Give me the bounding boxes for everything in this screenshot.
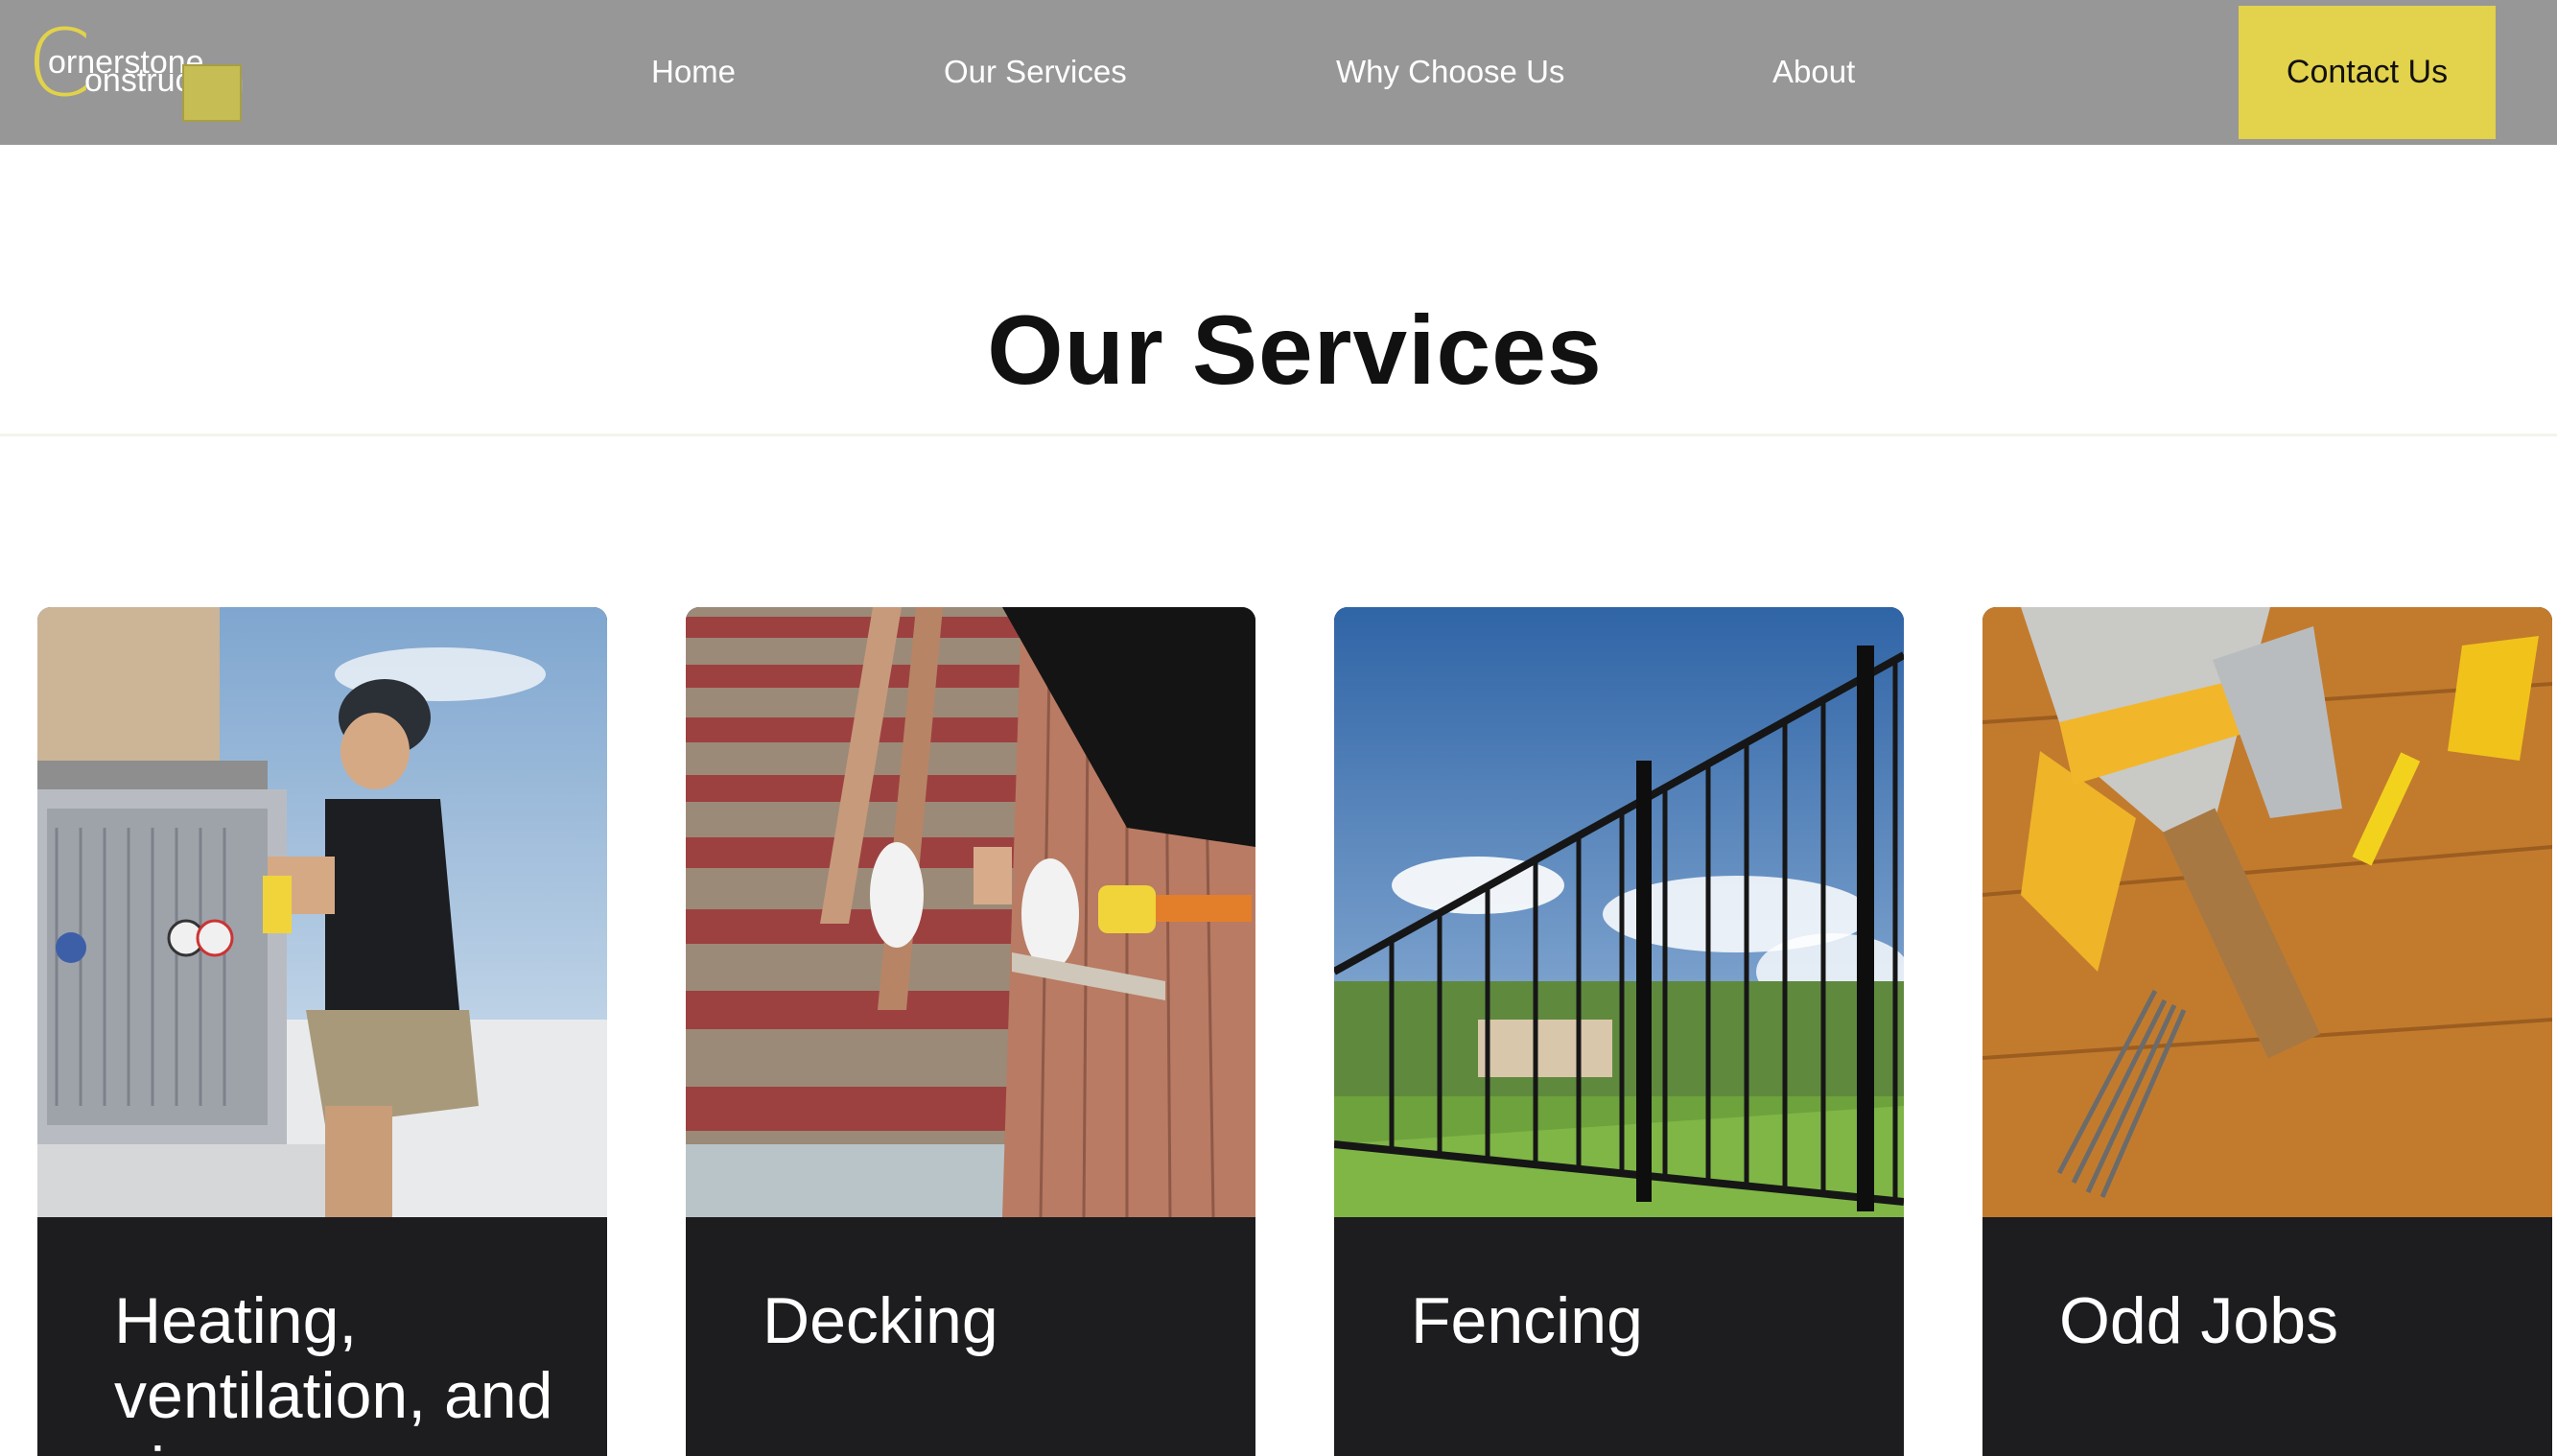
service-title: Fencing — [1411, 1284, 1643, 1357]
service-card-odd-jobs[interactable]: Odd Jobs — [1982, 607, 2552, 1456]
nav-about[interactable]: About — [1772, 50, 1855, 94]
service-card-fencing[interactable]: Fencing — [1334, 607, 1904, 1456]
hand-tools-photo — [1982, 607, 2552, 1217]
metal-fence-photo — [1334, 607, 1904, 1217]
section-divider — [0, 434, 2557, 436]
site-header: C ornerstone onstruction Home Our Servic… — [0, 0, 2557, 145]
logo-square — [182, 64, 242, 122]
hvac-technician-photo — [37, 607, 607, 1217]
decking-installation-photo — [686, 607, 1255, 1217]
contact-us-button[interactable]: Contact Us — [2239, 6, 2496, 139]
nav-home[interactable]: Home — [651, 50, 736, 94]
service-title: Odd Jobs — [2059, 1284, 2339, 1357]
service-card-hvac[interactable]: Heating, ventilation, and air — [37, 607, 607, 1456]
service-card-decking[interactable]: Decking — [686, 607, 1255, 1456]
company-logo[interactable]: C ornerstone onstruction — [27, 17, 267, 125]
service-title: Decking — [762, 1284, 998, 1357]
nav-our-services[interactable]: Our Services — [944, 50, 1127, 94]
service-title: Heating, ventilation, and air — [114, 1284, 553, 1456]
page-title: Our Services — [987, 295, 1603, 405]
nav-why-choose-us[interactable]: Why Choose Us — [1336, 50, 1564, 94]
